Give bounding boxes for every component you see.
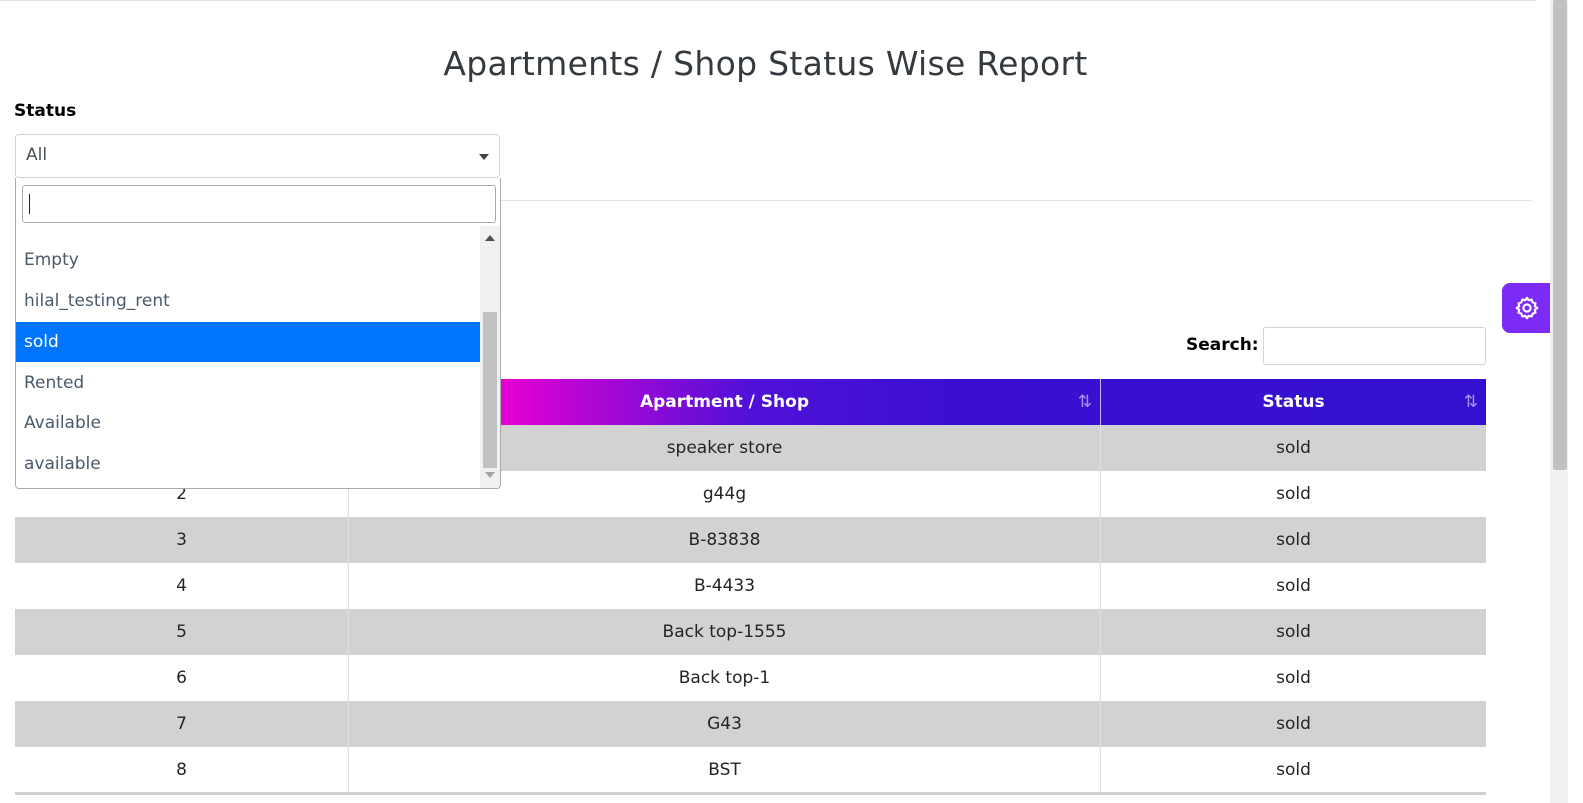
row-number: 4 xyxy=(176,576,187,596)
column-header-apartment-shop-label: Apartment / Shop xyxy=(639,392,810,412)
page-gutter xyxy=(1536,0,1550,803)
dropdown-option-empty[interactable]: Empty xyxy=(16,240,481,280)
status-dropdown: sold Empty hilal_testing_rent sold Rente… xyxy=(15,178,501,489)
status-filter-label: Status xyxy=(14,101,77,121)
page-scroll-thumb[interactable] xyxy=(1553,0,1567,470)
apartment-shop-cell: BST xyxy=(708,760,741,780)
text-cursor xyxy=(29,194,30,214)
search-input[interactable] xyxy=(1263,327,1486,365)
row-number: 5 xyxy=(176,622,187,642)
status-select[interactable]: All xyxy=(15,134,500,178)
row-number: 7 xyxy=(176,714,187,734)
dropdown-option-hilal-testing-rent[interactable]: hilal_testing_rent xyxy=(16,281,481,321)
dropdown-options-list: sold Empty hilal_testing_rent sold Rente… xyxy=(16,226,481,488)
dropdown-search-input[interactable] xyxy=(22,185,496,223)
table-row: 5 Back top-1555 sold xyxy=(15,609,1486,655)
column-header-status-label: Status xyxy=(1262,392,1325,412)
table-bottom-border xyxy=(15,792,1486,795)
search-label: Search: xyxy=(1186,335,1259,355)
status-cell: sold xyxy=(1276,760,1311,780)
page-scrollbar[interactable] xyxy=(1550,0,1568,803)
dropdown-scroll-thumb[interactable] xyxy=(483,312,497,468)
row-number: 3 xyxy=(176,530,187,550)
apartment-shop-cell: B-83838 xyxy=(688,530,761,550)
table-row: 6 Back top-1 sold xyxy=(15,655,1486,701)
dropdown-option-rented[interactable]: Rented xyxy=(16,363,481,403)
status-cell: sold xyxy=(1276,530,1311,550)
table-row: 4 B-4433 sold xyxy=(15,563,1486,609)
status-cell: sold xyxy=(1276,576,1311,596)
table-row: 8 BST sold xyxy=(15,747,1486,793)
apartment-shop-cell: Back top-1555 xyxy=(662,622,787,642)
dropdown-option-sold[interactable]: sold xyxy=(16,322,481,362)
scroll-up-icon[interactable] xyxy=(485,235,495,241)
settings-button[interactable] xyxy=(1502,283,1552,333)
sort-arrows-icon[interactable]: ⇅ xyxy=(1464,379,1478,425)
dropdown-option-partial[interactable]: sold xyxy=(16,226,481,240)
row-number: 8 xyxy=(176,760,187,780)
status-select-value: All xyxy=(26,145,48,165)
page-title: Apartments / Shop Status Wise Report xyxy=(443,44,1088,83)
status-cell: sold xyxy=(1276,668,1311,688)
apartment-shop-cell: B-4433 xyxy=(693,576,756,596)
dropdown-option-available-cap[interactable]: Available xyxy=(16,403,481,443)
table-row: 3 B-83838 sold xyxy=(15,517,1486,563)
row-number: 6 xyxy=(176,668,187,688)
status-cell: sold xyxy=(1276,438,1311,458)
scroll-down-icon[interactable] xyxy=(485,472,495,478)
status-cell: sold xyxy=(1276,622,1311,642)
dropdown-option-available[interactable]: available xyxy=(16,444,481,484)
chevron-down-icon[interactable] xyxy=(479,154,489,160)
gear-icon xyxy=(1515,296,1539,320)
top-divider xyxy=(0,0,1536,1)
column-header-status[interactable]: Status ⇅ xyxy=(1101,379,1486,425)
status-cell: sold xyxy=(1276,714,1311,734)
section-divider xyxy=(500,200,1532,201)
dropdown-scrollbar[interactable] xyxy=(480,226,500,488)
apartment-shop-cell: G43 xyxy=(707,714,742,734)
table-row: 7 G43 sold xyxy=(15,701,1486,747)
apartment-shop-cell: Back top-1 xyxy=(678,668,771,688)
sort-arrows-icon[interactable]: ⇅ xyxy=(1078,379,1092,425)
status-cell: sold xyxy=(1276,484,1311,504)
